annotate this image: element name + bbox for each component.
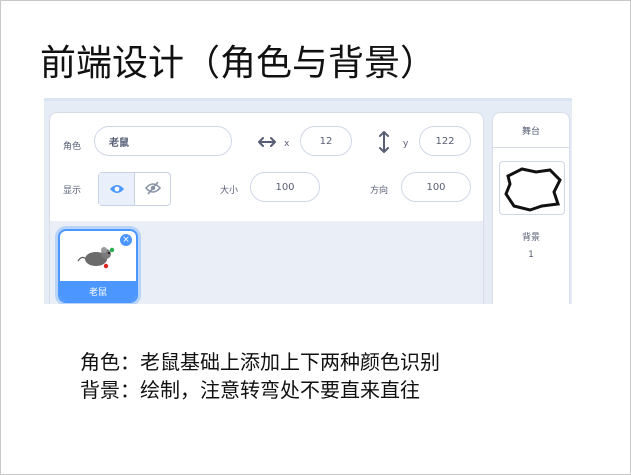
eye-icon <box>109 180 125 199</box>
size-input[interactable]: 100 <box>250 172 320 202</box>
mouse-sprite-thumbnail <box>76 241 120 271</box>
size-label: 大小 <box>220 186 239 196</box>
sprite-tile[interactable]: × 老鼠 <box>58 229 138 303</box>
eye-slash-icon <box>144 180 161 199</box>
stage-header: 舞台 <box>493 113 569 148</box>
slide-title: 前端设计（角色与背景） <box>40 43 437 84</box>
top-divider <box>44 98 572 101</box>
visibility-toggle <box>98 172 171 206</box>
stage-panel: 舞台 背景 1 <box>492 112 570 304</box>
sprite-list: × 老鼠 <box>49 221 484 304</box>
sprite-tile-name: 老鼠 <box>60 281 136 301</box>
direction-input[interactable]: 100 <box>401 172 471 202</box>
sprite-info-panel: 角色 老鼠 x 12 y 122 显示 大小 100 方向 100 <box>49 112 484 222</box>
backdrop-label: 背景 <box>521 233 540 243</box>
scratch-editor-screenshot: 角色 老鼠 x 12 y 122 显示 大小 100 方向 100 × 老鼠 舞… <box>44 98 572 304</box>
backdrop-count: 1 <box>528 250 534 260</box>
sprite-name-input[interactable]: 老鼠 <box>94 126 232 156</box>
sprite-label: 角色 <box>63 142 82 152</box>
slide-notes: 角色：老鼠基础上添加上下两种颜色识别 背景：绘制，注意转弯处不要直来直往 <box>80 348 440 404</box>
direction-label: 方向 <box>370 186 389 196</box>
hide-button[interactable] <box>135 173 170 205</box>
y-label: y <box>403 139 409 149</box>
show-button[interactable] <box>99 173 135 205</box>
x-label: x <box>284 139 290 149</box>
note-line-backdrop: 背景：绘制，注意转弯处不要直来直往 <box>80 378 420 402</box>
close-icon[interactable]: × <box>120 234 132 246</box>
show-label: 显示 <box>63 186 82 196</box>
x-input[interactable]: 12 <box>300 126 352 156</box>
note-line-sprite: 角色：老鼠基础上添加上下两种颜色识别 <box>80 350 440 374</box>
backdrop-thumbnail[interactable] <box>499 161 565 215</box>
horizontal-arrows-icon <box>258 135 276 152</box>
vertical-arrows-icon <box>378 131 390 156</box>
y-input[interactable]: 122 <box>419 126 471 156</box>
